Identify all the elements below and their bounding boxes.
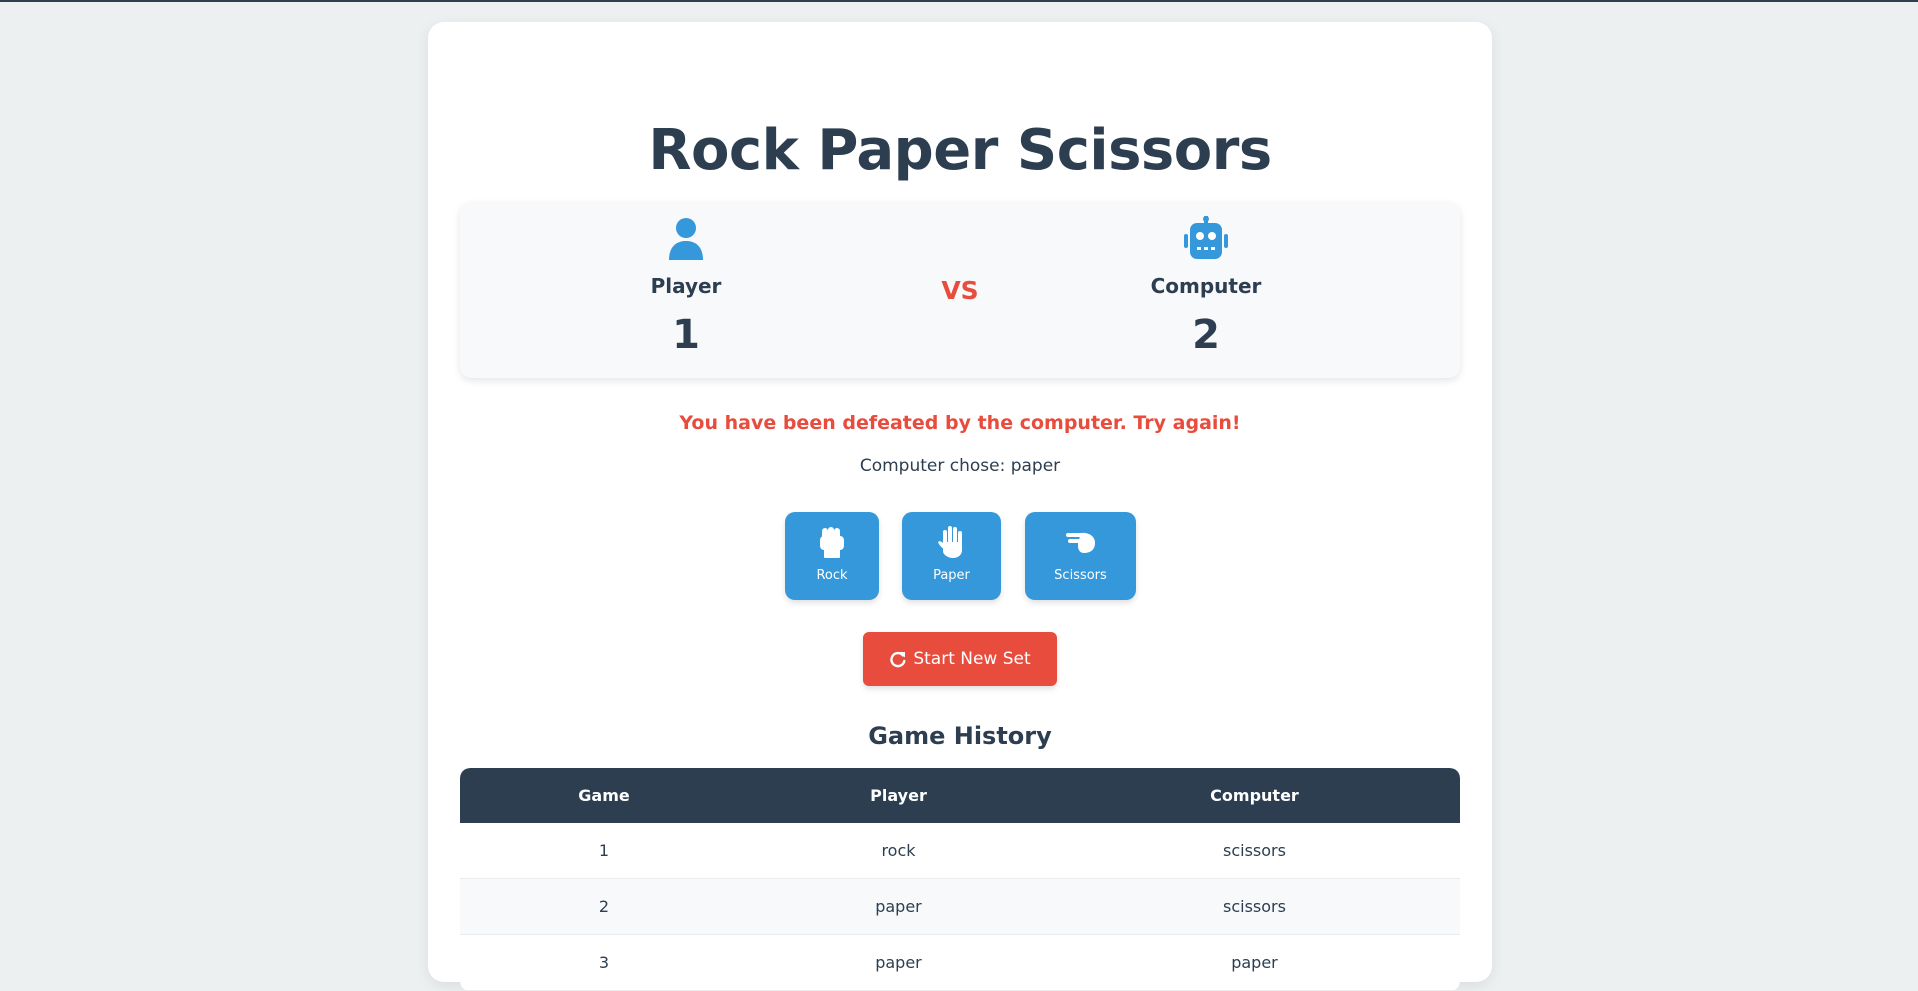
cell-game: 3 [598,953,610,972]
refresh-icon [890,651,906,668]
computer-label: Computer [1150,274,1262,298]
start-new-set-button[interactable]: Start New Set [863,632,1057,686]
paper-button[interactable]: Paper [902,512,1001,600]
player-score: 1 [672,312,700,358]
scissors-hand-icon [1065,532,1095,553]
cell-game: 1 [598,841,610,860]
vs-label: VS [941,276,979,305]
robot-icon [1184,216,1228,259]
column-header-player: Player [870,786,927,805]
fist-icon [820,527,844,558]
user-icon [669,218,703,260]
cell-computer: paper [1231,953,1278,972]
player-score-panel: Player 1 [586,202,786,378]
history-title: Game History [868,722,1052,750]
table-row: 1 rock scissors [460,823,1460,879]
paper-label: Paper [933,568,970,583]
player-label: Player [650,274,722,298]
cell-player: paper [875,953,922,972]
computer-score: 2 [1192,312,1220,358]
cell-game: 2 [598,897,610,916]
rock-button[interactable]: Rock [785,512,879,600]
scissors-label: Scissors [1054,568,1107,583]
column-header-computer: Computer [1210,786,1299,805]
result-message: You have been defeated by the computer. … [679,412,1241,434]
history-table-header: Game Player Computer [460,768,1460,823]
cell-player: paper [875,897,922,916]
table-row: 3 paper paper [460,935,1460,991]
computer-choice-text: Computer chose: paper [859,456,1061,476]
page-title: Rock Paper Scissors [648,118,1272,183]
column-header-game: Game [578,786,630,805]
table-row: 2 paper scissors [460,879,1460,935]
hand-icon [937,526,962,558]
rock-label: Rock [816,568,848,583]
top-border [0,0,1918,2]
start-new-set-label: Start New Set [913,649,1031,669]
history-table: Game Player Computer 1 rock scissors 2 p… [460,768,1460,991]
computer-score-panel: Computer 2 [1106,202,1306,378]
game-card: Rock Paper Scissors Player 1 VS Computer… [428,22,1492,991]
cell-player: rock [881,841,916,860]
cell-computer: scissors [1223,897,1286,916]
scissors-button[interactable]: Scissors [1025,512,1136,600]
scoreboard: Player 1 VS Computer 2 [460,202,1460,378]
cell-computer: scissors [1223,841,1286,860]
